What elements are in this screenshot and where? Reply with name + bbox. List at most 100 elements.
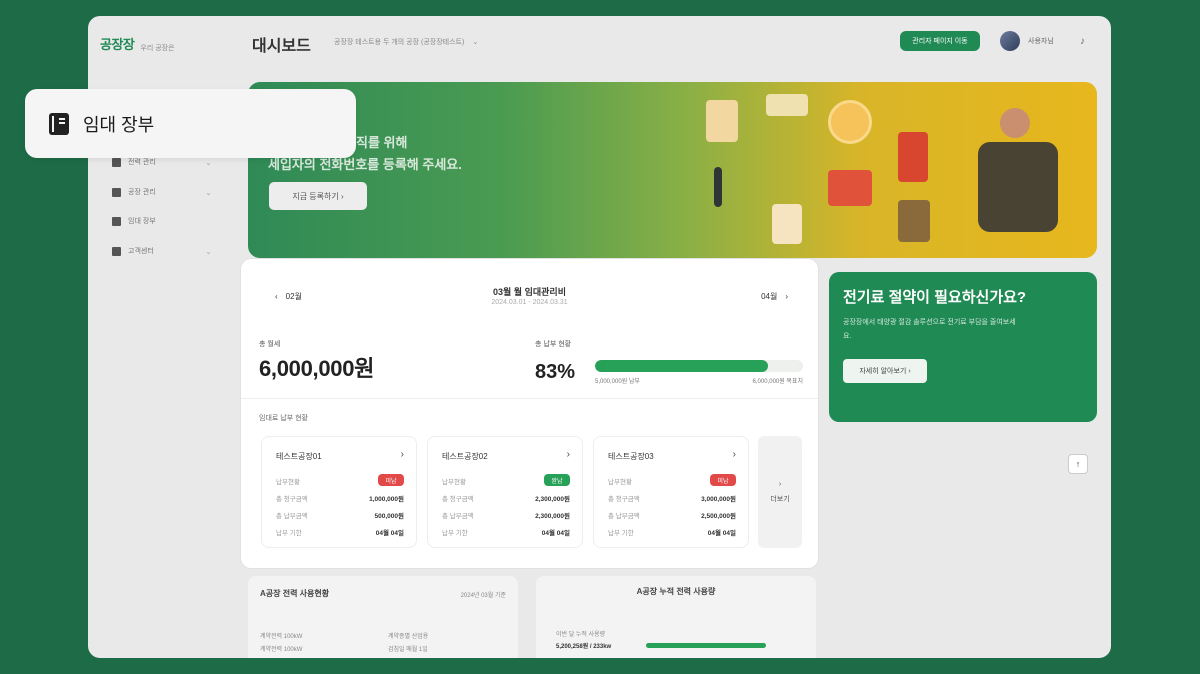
chevron-right-icon: › [778,480,782,488]
factory-select-value: 공장장 테스트용 두 개의 공장 (공장장테스트) [334,39,465,46]
tenant-name: 테스트공장02 [442,452,488,461]
promo-desc: 공장장에서 태양광 절감 솔루션으로 전기료 부담을 줄여보세요. [843,319,1016,340]
document-icon [706,100,738,142]
bell-icon[interactable]: ♪ [1080,36,1085,47]
payment-rate-value: 83% [535,361,576,383]
tenant-card[interactable]: 테스트공장01 › 미납 납부현황 총 청구금액 1,000,000원 총 납부금액 500,… [261,436,417,548]
info-key: 납부 기한 [442,530,468,537]
total-rent-label: 총 월세 [259,341,281,348]
admin-page-button[interactable]: 관리자 페이지 이동 [900,31,980,51]
sidebar-item-rent-ledger[interactable]: 임대 장부 [112,216,212,226]
info-value: 04월 04일 [375,530,404,537]
scroll-top-button[interactable]: ↑ [1068,454,1088,474]
info-value: 2,300,000원 [535,496,570,503]
goal-amount-text: 6,000,000원 목표치 [752,379,803,385]
monthly-rent-card: ‹ 02월 03월 월 임대관리비 2024.03.01 - 2024.03.3… [241,259,818,568]
info-value: 04월 04일 [541,530,570,537]
factory-icon [112,187,121,197]
info-value: 1,000,000원 [369,496,404,503]
tenant-name: 테스트공장03 [608,452,654,461]
payment-progress-fill [595,360,768,372]
bolt-icon [112,157,121,167]
sidebar-item-factory[interactable]: 공장 관리 ⌄ [112,187,212,197]
tenant-info-row: 납부 기한 04월 04일 [608,527,736,537]
logo[interactable]: 공장장 우리 공장은 [100,34,175,53]
total-rent-amount: 6,000,000원 [259,356,375,381]
headset-icon [112,246,121,256]
power-usage-meta: 2024년 03월 기준 [460,593,506,599]
tenant-info-row: 총 청구금액 2,300,000원 [442,493,570,503]
tenant-info-row: 총 청구금액 3,000,000원 [608,493,736,503]
tenant-info-row: 총 납부금액 2,500,000원 [608,510,736,520]
banner-line-1: 직를 위해 [356,135,408,150]
info-value: 04월 04일 [707,530,736,537]
sidebar-item-label: 고객센터 [128,248,154,255]
info-key: 납부현황 [608,479,632,486]
info-key: 총 청구금액 [276,496,308,503]
rent-period-range: 2024.03.01 - 2024.03.31 [491,299,568,306]
register-now-button[interactable]: 지금 등록하기 › [269,182,367,210]
info-key: 총 납부금액 [608,513,640,520]
user-name: 사용자님 [1028,38,1054,45]
next-month-label: 04월 [761,292,778,301]
info-key: 납부현황 [276,479,300,486]
sidebar-item-support[interactable]: 고객센터 ⌄ [112,246,212,256]
factory-select[interactable]: 공장장 테스트용 두 개의 공장 (공장장테스트) ⌄ [334,37,478,47]
ledger-book-icon [49,112,69,135]
nav-tooltip[interactable]: 임대 장부 [25,89,356,158]
rent-period-title: 03월 월 임대관리비 [493,287,566,297]
sidebar-item-label: 공장 관리 [128,189,156,196]
power-usage-card: A공장 전력 사용현황 2024년 03월 기준 계약전력 100kW 계약종별… [248,576,518,658]
cumulative-usage-title: A공장 누적 전력 사용량 [636,587,716,596]
info-key: 총 납부금액 [276,513,308,520]
chevron-down-icon: ⌄ [205,157,212,167]
avatar [1000,31,1020,51]
divider [241,398,818,399]
rent-status-section-label: 임대료 납부 현황 [259,415,308,422]
page-title: 대시보드 [252,38,311,55]
tenant-card[interactable]: 테스트공장03 › 미납 납부현황 총 청구금액 3,000,000원 총 납부금액 2,50… [593,436,749,548]
chevron-down-icon: ⌄ [205,246,212,256]
power-usage-title: A공장 전력 사용현황 [260,589,330,598]
cumulative-usage-fill [646,643,766,648]
clipboard-icon [772,204,802,244]
tenant-info-row: 총 청구금액 1,000,000원 [276,493,404,503]
chevron-right-icon: › [732,449,736,460]
chevron-right-icon: › [400,449,404,460]
sidebar-item-power[interactable]: 전력 관리 ⌄ [112,157,212,167]
keyboard-icon [766,94,808,116]
tenant-info-row: 납부현황 [608,476,736,486]
tooltip-label: 임대 장부 [83,114,155,135]
info-key: 총 납부금액 [442,513,474,520]
info-key: 납부현황 [442,479,466,486]
book-icon [112,216,121,226]
user-menu[interactable]: 사용자님 [1000,31,1054,51]
logo-text: 공장장 [100,37,135,52]
payment-progress-bar [595,360,803,372]
tenant-info-row: 총 납부금액 2,300,000원 [442,510,570,520]
energy-saving-card: 전기료 절약이 필요하신가요? 공장장에서 태양광 절감 솔루션으로 전기료 부… [829,272,1097,422]
info-row: 계약전력 100kW [260,634,303,640]
info-row: 계약종별 산업용 [388,634,429,640]
info-key: 총 청구금액 [608,496,640,503]
tenant-info-row: 납부 기한 04월 04일 [276,527,404,537]
promo-banner: 직를 위해 세입자의 전화번호를 등록해 주세요. 지금 등록하기 › [248,82,1097,258]
more-button[interactable]: › 더보기 [758,436,802,548]
logo-subtitle: 우리 공장은 [140,45,175,52]
info-value: 2,500,000원 [701,513,736,520]
chevron-down-icon: ⌄ [472,39,479,46]
tenant-card[interactable]: 테스트공장02 › 완납 납부현황 총 청구금액 2,300,000원 총 납부금액 2,30… [427,436,583,548]
person-illustration [978,142,1058,232]
cumulative-usage-label: 이번 달 누적 사용량 [556,632,606,638]
learn-more-button[interactable]: 자세히 알아보기 › [843,359,927,383]
tenant-info-row: 납부 기한 04월 04일 [442,527,570,537]
next-month-button[interactable]: 04월 › [761,291,788,302]
info-row: 검침일 매월 1일 [388,647,428,653]
chevron-down-icon: ⌄ [205,187,212,197]
tenant-info-row: 총 납부금액 500,000원 [276,510,404,520]
info-value: 500,000원 [374,513,404,520]
chevron-right-icon: › [566,449,570,460]
info-value: 2,300,000원 [535,513,570,520]
tenant-name: 테스트공장01 [276,452,322,461]
info-row: 계약전력 100kW [260,647,303,653]
